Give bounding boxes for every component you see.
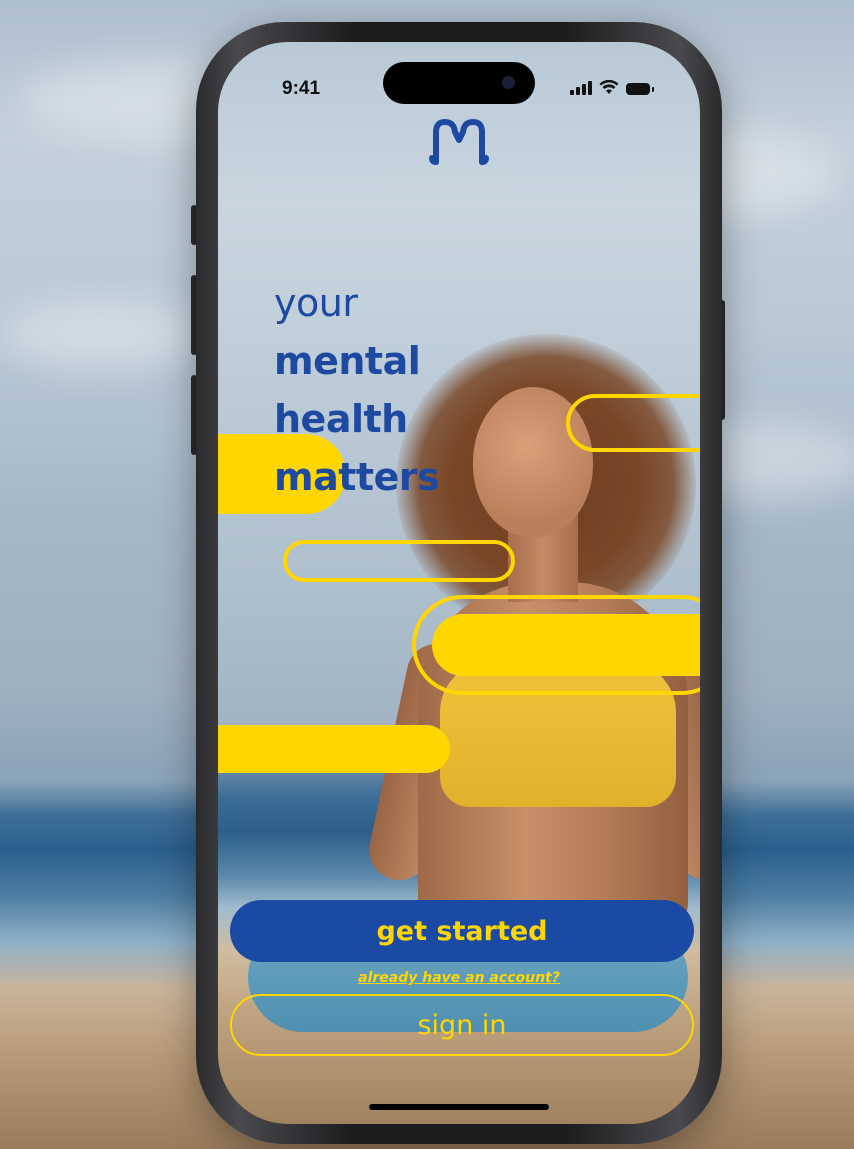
headline-line-2: mental	[274, 339, 421, 383]
status-time: 9:41	[282, 78, 321, 99]
dynamic-island	[383, 62, 535, 104]
already-have-account-link[interactable]: already have an account?	[218, 970, 700, 986]
headline-line-1: your	[274, 281, 358, 325]
cloud	[0, 300, 200, 370]
wifi-icon	[599, 80, 619, 94]
home-indicator[interactable]	[369, 1104, 549, 1110]
background-photo: 9:41 your mental health matters get star…	[0, 0, 854, 1149]
front-camera	[502, 76, 515, 89]
get-started-button[interactable]: get started	[230, 900, 694, 962]
sign-in-button[interactable]: sign in	[230, 994, 694, 1056]
status-icons	[570, 80, 654, 95]
decor-pill-outline	[566, 394, 700, 452]
headline-line-3: health	[274, 397, 408, 441]
headline: your mental health matters	[274, 274, 440, 506]
phone-screen: 9:41 your mental health matters get star…	[218, 42, 700, 1124]
battery-icon	[626, 83, 654, 95]
decor-pill-solid	[218, 725, 450, 773]
decor-pill-solid	[432, 614, 700, 676]
m-logo-icon	[429, 119, 489, 165]
headline-line-4: matters	[274, 455, 440, 499]
cellular-signal-icon	[570, 81, 592, 95]
decor-pill-outline	[283, 540, 515, 582]
